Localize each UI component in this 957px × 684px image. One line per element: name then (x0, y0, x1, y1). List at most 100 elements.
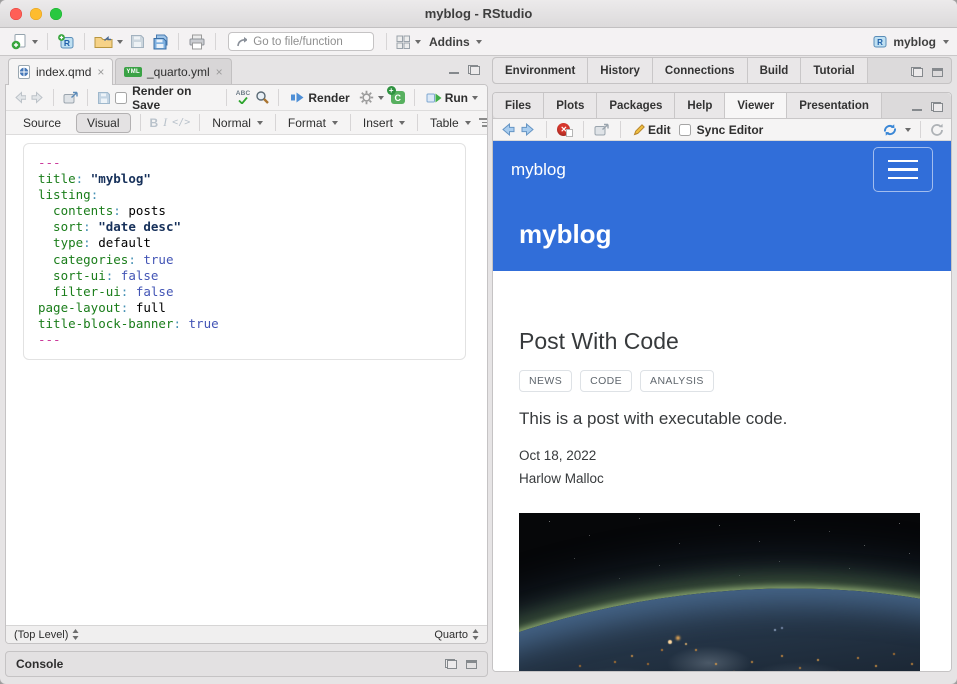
yaml-token: posts (128, 203, 166, 218)
open-in-new-window-icon[interactable] (594, 123, 610, 136)
tab-packages[interactable]: Packages (597, 93, 675, 118)
yaml-line: title: "myblog" (38, 171, 451, 187)
tab-build[interactable]: Build (748, 58, 802, 83)
editor-toolbar: Render on Save ABC Render (6, 85, 487, 111)
spellcheck-icon[interactable]: ABC (236, 91, 251, 105)
viewer-forward-icon[interactable] (521, 123, 536, 136)
yaml-token: full (136, 300, 166, 315)
insert-chunk-icon[interactable]: C (391, 91, 405, 104)
yaml-token: : (173, 316, 188, 331)
tab-help[interactable]: Help (675, 93, 725, 118)
goto-file-input[interactable] (253, 36, 366, 48)
goto-file-search[interactable] (228, 32, 374, 51)
insert-menu[interactable]: Insert (360, 116, 408, 130)
new-project-button[interactable]: R (55, 32, 77, 51)
main-toolbar: R Addins R m (0, 28, 957, 56)
right-column: EnvironmentHistoryConnectionsBuildTutori… (492, 57, 952, 677)
run-button[interactable]: Run (424, 90, 480, 106)
paragraph-style-dropdown[interactable]: Normal (209, 116, 266, 130)
source-mode-button[interactable]: Source (13, 114, 71, 132)
render-button[interactable]: Render (288, 90, 351, 106)
pencil-icon (633, 123, 646, 136)
save-all-button[interactable] (150, 33, 171, 51)
save-button[interactable] (128, 33, 147, 50)
open-in-new-window-icon[interactable] (63, 91, 78, 104)
maximize-pane-icon[interactable] (931, 102, 943, 112)
tab-index-qmd[interactable]: index.qmd × (8, 58, 113, 85)
save-document-icon[interactable] (97, 91, 110, 105)
quarto-file-icon (17, 65, 31, 79)
yaml-block[interactable]: ---title: "myblog"listing: contents: pos… (23, 143, 466, 360)
viewer-back-icon[interactable] (500, 123, 515, 136)
post-title-link[interactable]: Post With Code (519, 328, 925, 355)
category-tag[interactable]: ANALYSIS (640, 370, 714, 392)
project-menu-button[interactable]: R myblog (872, 34, 949, 49)
render-icon (290, 91, 306, 104)
zoom-window-button[interactable] (50, 8, 62, 20)
console-pane-header[interactable]: Console (5, 651, 488, 677)
tab-environment[interactable]: Environment (493, 58, 588, 83)
italic-icon[interactable]: I (163, 115, 167, 130)
yaml-line: title-block-banner: true (38, 316, 451, 332)
refresh-icon[interactable] (930, 123, 944, 137)
scope-selector[interactable]: (Top Level) (14, 629, 79, 641)
tab-presentation[interactable]: Presentation (787, 93, 882, 118)
minimize-pane-icon[interactable] (912, 103, 922, 111)
tab-plots[interactable]: Plots (544, 93, 597, 118)
yaml-line: sort-ui: false (38, 268, 451, 284)
render-on-save-checkbox[interactable] (115, 92, 127, 104)
tab-history[interactable]: History (588, 58, 653, 83)
outline-toggle-icon[interactable] (479, 118, 488, 127)
tab-files[interactable]: Files (493, 93, 544, 118)
table-caret-icon (465, 121, 471, 125)
sync-icon[interactable] (882, 123, 898, 137)
yaml-token: : (106, 268, 121, 283)
stop-icon[interactable]: ✕ (557, 123, 573, 137)
pane-layout-button[interactable] (394, 34, 423, 50)
category-tag[interactable]: NEWS (519, 370, 572, 392)
post-description: This is a post with executable code. (519, 409, 925, 429)
table-menu[interactable]: Table (427, 116, 474, 130)
new-file-button[interactable] (8, 32, 40, 51)
blog-brand-link[interactable]: myblog (511, 160, 566, 180)
tab-quarto-yml[interactable]: YML _quarto.yml × (115, 58, 231, 84)
render-settings-button[interactable] (357, 89, 386, 106)
post-author: Harlow Malloc (519, 471, 925, 486)
back-icon[interactable] (13, 91, 26, 104)
sync-editor-checkbox[interactable] (679, 124, 691, 136)
filetype-selector[interactable]: Quarto (434, 629, 479, 641)
maximize-pane-icon[interactable] (468, 65, 480, 75)
tab-connections[interactable]: Connections (653, 58, 748, 83)
tab-viewer[interactable]: Viewer (725, 93, 787, 118)
close-window-button[interactable] (10, 8, 22, 20)
print-button[interactable] (186, 33, 208, 51)
category-tag[interactable]: CODE (580, 370, 632, 392)
source-pane: Render on Save ABC Render (5, 84, 488, 644)
restore-pane-icon[interactable] (911, 67, 923, 77)
insert-caret-icon (399, 121, 405, 125)
tab-tutorial[interactable]: Tutorial (801, 58, 867, 83)
bold-icon[interactable]: B (150, 116, 159, 130)
addins-button[interactable]: Addins (426, 35, 485, 49)
code-icon[interactable]: </> (172, 117, 190, 128)
yaml-token: : (76, 171, 91, 186)
minimize-pane-icon[interactable] (449, 66, 459, 74)
visual-editor-canvas[interactable]: ---title: "myblog"listing: contents: pos… (6, 135, 487, 625)
close-tab-icon[interactable]: × (97, 66, 104, 78)
open-file-button[interactable] (92, 33, 125, 50)
hamburger-menu-button[interactable] (873, 147, 933, 192)
close-tab-icon[interactable]: × (216, 66, 223, 78)
yaml-token: "date desc" (98, 219, 181, 234)
maximize-pane-icon[interactable] (932, 68, 943, 77)
maximize-pane-icon[interactable] (466, 660, 477, 669)
post-date: Oct 18, 2022 (519, 448, 925, 463)
find-icon[interactable] (255, 90, 269, 105)
restore-pane-icon[interactable] (445, 659, 457, 669)
blog-navbar: myblog (493, 141, 951, 198)
edit-button[interactable]: Edit (631, 122, 673, 138)
minimize-window-button[interactable] (30, 8, 42, 20)
format-menu[interactable]: Format (285, 116, 341, 130)
visual-mode-button[interactable]: Visual (76, 113, 130, 133)
forward-icon[interactable] (31, 91, 44, 104)
post-thumbnail-image[interactable] (519, 513, 920, 671)
